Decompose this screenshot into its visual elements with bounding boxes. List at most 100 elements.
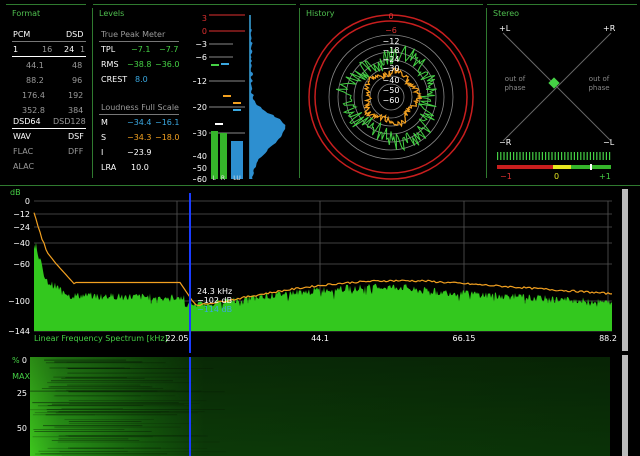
- spectrum-x-title: Linear Frequency Spectrum [kHz]: [34, 334, 168, 343]
- format-alac: ALAC: [13, 162, 35, 171]
- loudness-title: Loudness Full Scale: [101, 103, 179, 112]
- s-value-a: −34.3: [127, 133, 152, 142]
- format-pcm: PCM: [13, 30, 31, 39]
- rms-label: RMS: [101, 60, 119, 69]
- format-rate: 88.2: [26, 76, 44, 85]
- rms-bar-left: [211, 131, 218, 179]
- scale-tick: −40: [193, 152, 207, 161]
- spectrogram[interactable]: % 0 MAX 25 50: [0, 355, 640, 456]
- corr-max: +1: [599, 172, 611, 181]
- scale-tick: −20: [193, 103, 207, 112]
- spectrogram-scrollbar[interactable]: [622, 355, 628, 456]
- history-radar: 0 −6 −12−18−24−30 −40−50−60: [308, 12, 474, 180]
- format-bits-24: 24: [64, 45, 75, 54]
- history-ring-label: −12: [383, 37, 400, 46]
- rms-bar-right: [220, 133, 227, 179]
- gonio-plus-r: +R: [603, 24, 616, 33]
- format-rate: 192: [68, 91, 84, 100]
- db-tick: −24: [13, 223, 30, 232]
- frequency-tick: 44.1: [311, 334, 329, 343]
- spectrum-scrollbar[interactable]: [622, 189, 628, 351]
- scale-tick: −6: [195, 53, 207, 62]
- history-ring-label: 0: [388, 12, 393, 21]
- format-title: Format: [12, 9, 41, 18]
- db-tick: −144: [8, 327, 30, 336]
- format-rate: 352.8: [22, 106, 45, 115]
- format-dsf: DSF: [68, 132, 84, 141]
- gonio-plus-l: +L: [499, 24, 511, 33]
- scale-tick: −12: [193, 77, 207, 86]
- corr-min: −1: [500, 172, 512, 181]
- m-value-b: −16.1: [155, 118, 180, 127]
- lra-value: 10.0: [131, 163, 149, 172]
- frequency-tick: 88.2: [599, 334, 617, 343]
- format-rate: 96: [72, 76, 83, 85]
- meter-scale: 3 0 −3 −6 −12 −20 −30 −40 −50 −60: [193, 14, 207, 183]
- waterfall-tick: 0: [22, 356, 27, 365]
- db-tick: −100: [8, 297, 30, 306]
- spectrum-fill: [34, 242, 612, 331]
- history-panel: History 0 −6 −12 −18 −24 −30 −40 −50 −60: [300, 4, 483, 181]
- gonio-minus-l: −L: [603, 138, 615, 147]
- waterfall-pct-label: %: [12, 356, 20, 365]
- peak-marker-m: [233, 109, 241, 111]
- scale-tick: 0: [202, 27, 207, 36]
- m-value-a: −34.4: [127, 118, 152, 127]
- history-ring-label: −30: [383, 64, 400, 73]
- i-label: I: [101, 148, 104, 157]
- correlation-marker: [590, 164, 592, 170]
- format-dsd: DSD: [66, 30, 84, 39]
- format-rate: 48: [72, 61, 83, 70]
- bar-label-lu: LU: [233, 175, 240, 182]
- format-panel: Format PCM DSD 1 16 24 1 44.1 48 88.2 96…: [6, 4, 86, 181]
- lu-bar: [231, 141, 243, 179]
- corr-mid: 0: [554, 172, 559, 181]
- spectrum-analyzer[interactable]: dB 0 −12 −24 −40 −60 −100 −144 24.3 kHz −102 d…: [0, 185, 640, 353]
- format-rate: 44.1: [26, 61, 44, 70]
- format-dff: DFF: [68, 147, 84, 156]
- gonio-dot: [548, 77, 560, 89]
- history-ring-label: −24: [383, 55, 400, 64]
- levels-title: Levels: [99, 9, 125, 18]
- peak-marker-right: [221, 63, 229, 65]
- db-tick: −40: [13, 239, 30, 248]
- out-of-phase-left: out of phase: [504, 75, 525, 92]
- peak-marker-left: [211, 64, 219, 66]
- format-flac: FLAC: [13, 147, 34, 156]
- frequency-tick: 22.05: [166, 334, 189, 343]
- bar-label-r: R: [221, 175, 225, 182]
- format-channels: 1: [13, 45, 19, 54]
- scale-tick: −3: [195, 40, 207, 49]
- history-ring-label: −18: [383, 46, 400, 55]
- scale-tick: 3: [202, 14, 207, 23]
- rms-left: −38.8: [127, 60, 152, 69]
- peak-marker-w: [215, 123, 223, 125]
- peak-marker-s2: [233, 102, 241, 104]
- lra-label: LRA: [101, 163, 117, 172]
- gonio-minus-r: −R: [499, 138, 512, 147]
- waterfall-tick: MAX: [12, 372, 30, 381]
- tpl-label: TPL: [101, 45, 116, 54]
- stereo-panel: Stereo +L +R −R −L out of phase out of pha…: [487, 4, 637, 181]
- level-meter: 3 0 −3 −6 −12 −20 −30 −40 −50 −60 L R LU: [193, 14, 286, 183]
- true-peak-title: True Peak Meter: [101, 30, 166, 39]
- format-dsd-1: 1: [80, 45, 86, 54]
- s-label: S: [101, 133, 107, 142]
- peak-marker-s: [223, 95, 231, 97]
- scale-tick: −60: [193, 175, 207, 183]
- cursor-db-peak: −102 dB: [197, 296, 232, 305]
- scale-tick: −50: [193, 164, 207, 173]
- tpl-left: −7.1: [131, 45, 151, 54]
- m-label: M: [101, 118, 108, 127]
- format-rate: 384: [68, 106, 84, 115]
- history-ring-label: −40: [383, 76, 400, 85]
- format-bits-16: 16: [42, 45, 53, 54]
- tpl-right: −7.7: [159, 45, 179, 54]
- goniometer: +L +R −R −L out of phase out of phase −1 0…: [497, 24, 616, 181]
- rms-right: −36.0: [155, 60, 180, 69]
- cursor-db-rms: −114 dB: [197, 305, 232, 314]
- waterfall-tick: 50: [17, 424, 27, 433]
- db-axis-label: dB: [10, 188, 21, 197]
- history-ring-label: −60: [383, 96, 400, 105]
- format-dsd128: DSD128: [53, 117, 86, 126]
